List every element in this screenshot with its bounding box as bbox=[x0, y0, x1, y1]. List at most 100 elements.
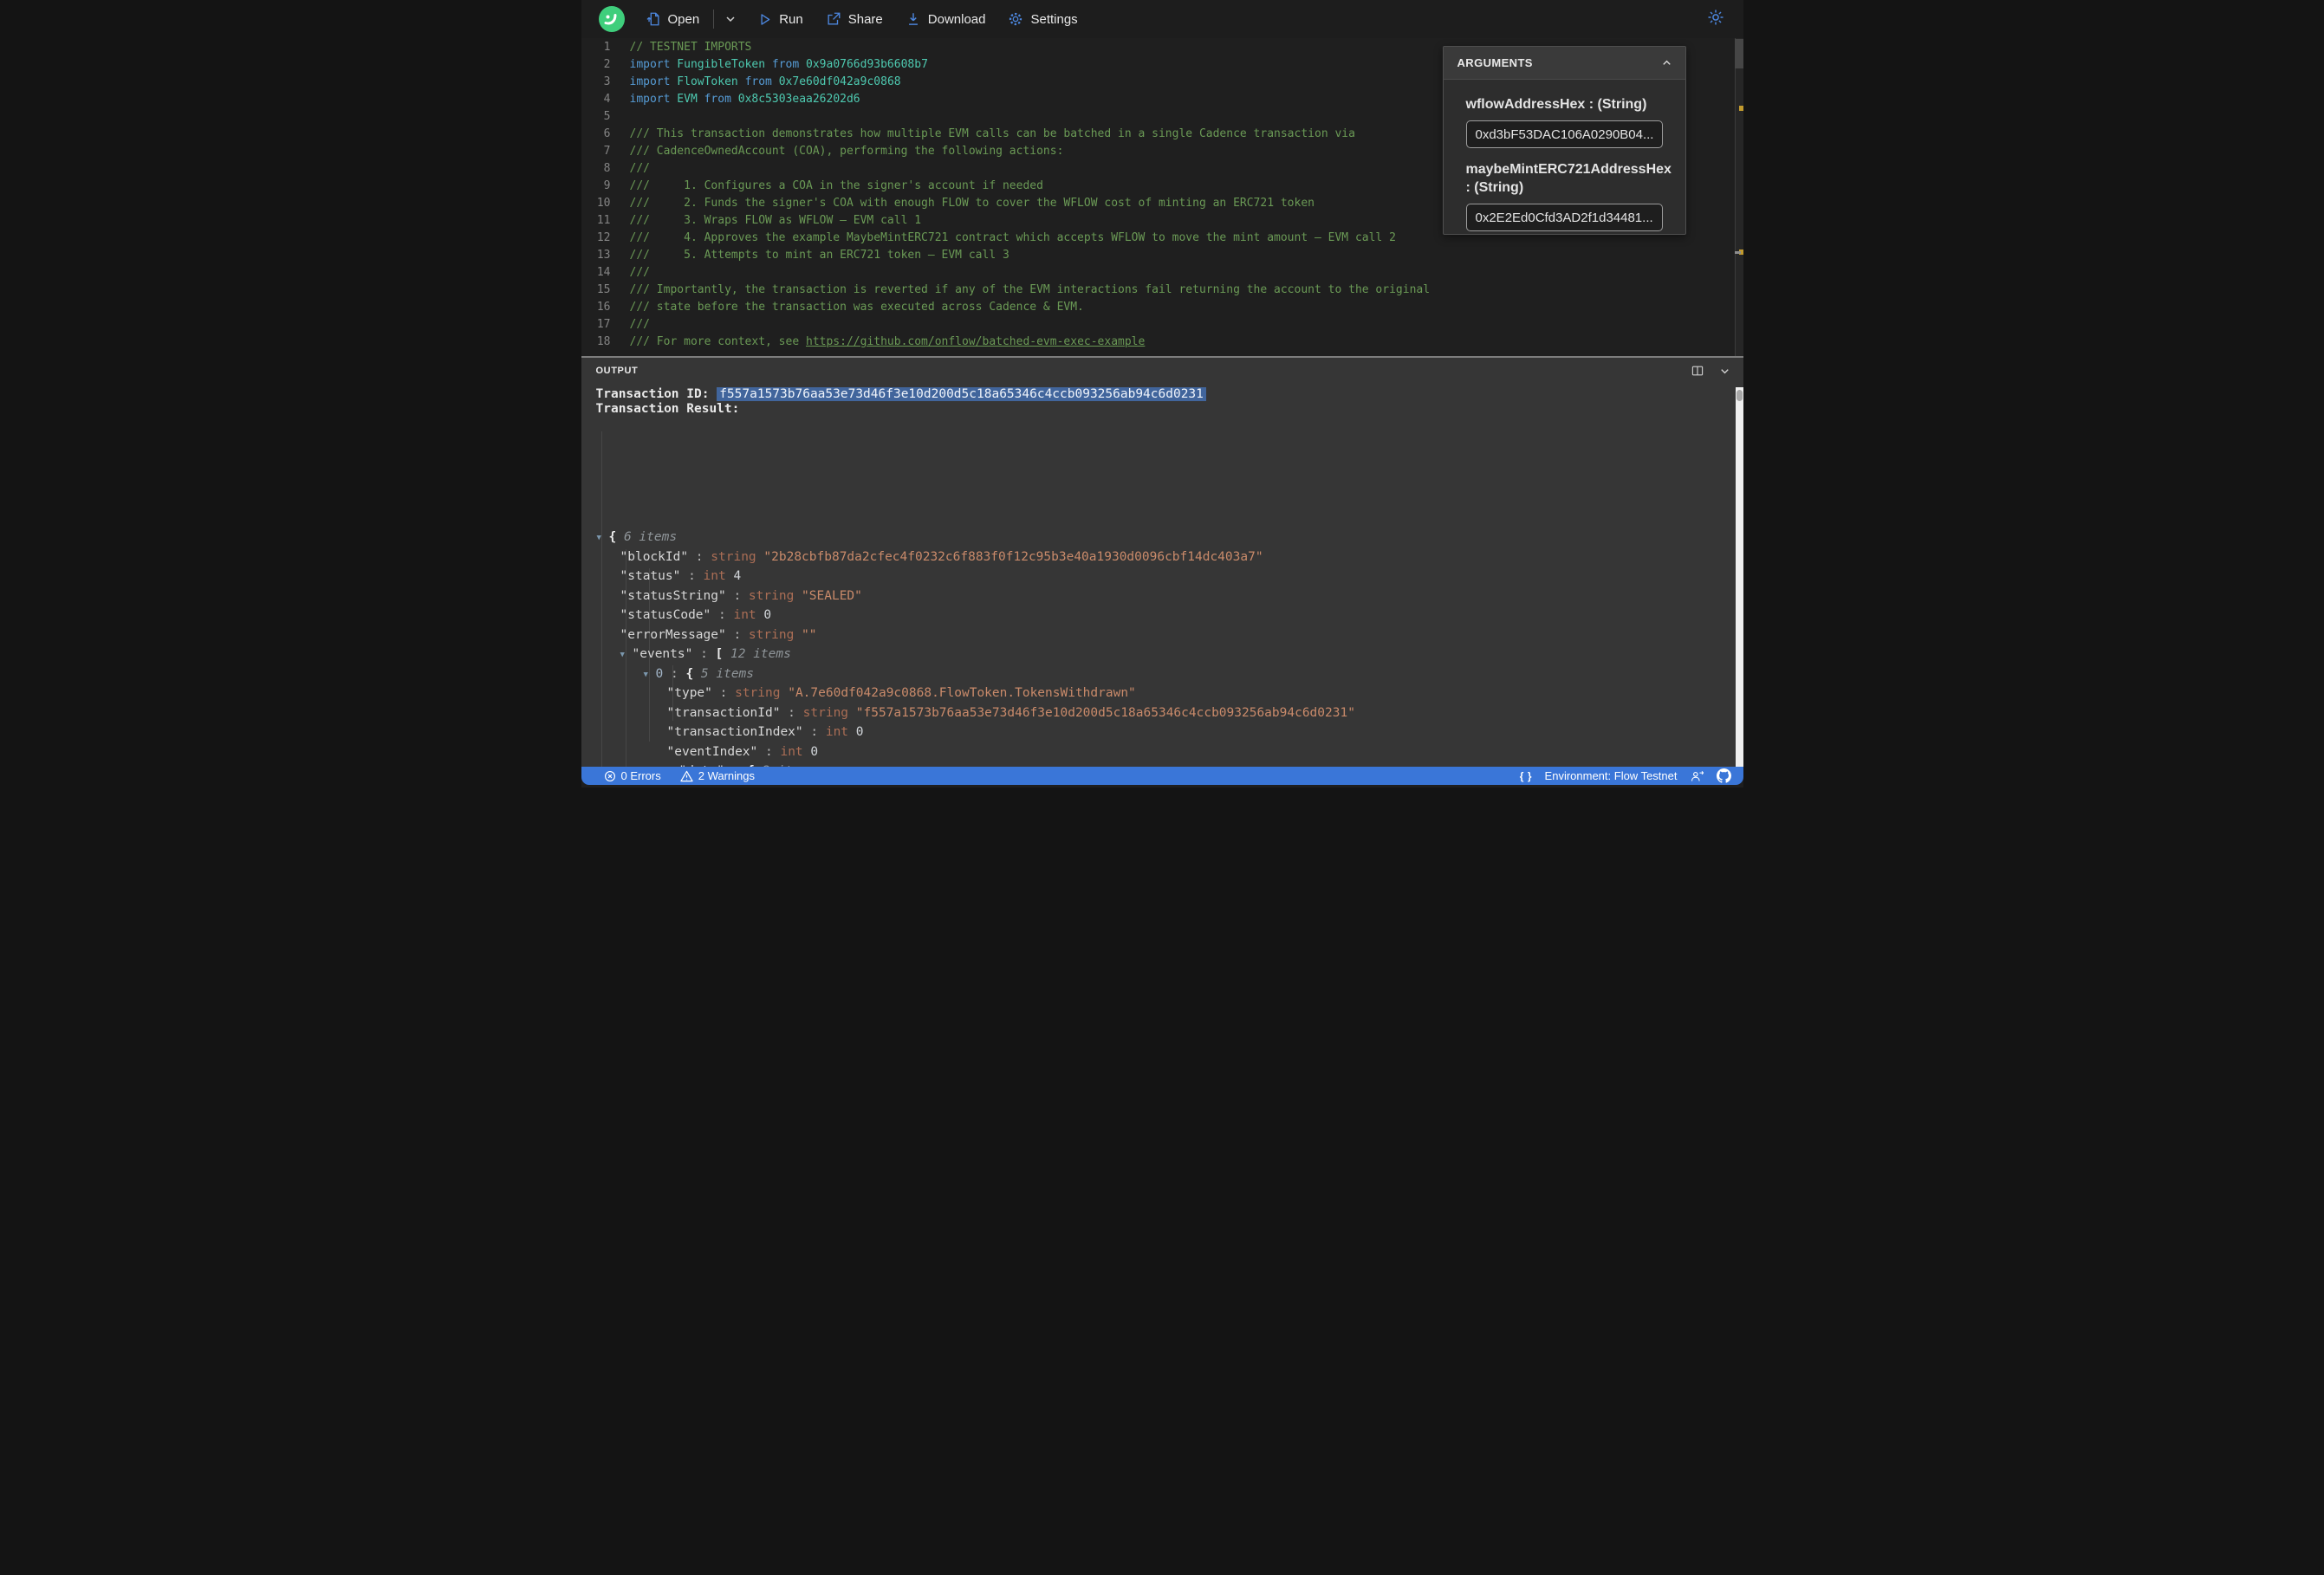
argument-input-maybemint[interactable] bbox=[1465, 204, 1663, 231]
text-segment: int bbox=[780, 744, 803, 759]
status-bar: 0 Errors 2 Warnings { } Environment: Flo… bbox=[581, 767, 1743, 785]
collapse-triangle-icon[interactable]: ▼ bbox=[597, 528, 609, 548]
arguments-panel-header[interactable]: ARGUMENTS bbox=[1443, 47, 1685, 80]
line-number: 15 bbox=[596, 283, 611, 296]
text-segment: : bbox=[757, 744, 781, 759]
collapse-triangle-icon[interactable]: ▼ bbox=[620, 645, 633, 665]
text-segment: 12 items bbox=[730, 647, 791, 661]
text-segment bbox=[731, 93, 738, 106]
json-tree-row: ▼ 0 : { 5 items bbox=[581, 664, 1734, 684]
code-link[interactable]: https://github.com/onflow/batched-evm-ex… bbox=[806, 335, 1145, 348]
text-segment: /// state before the transaction was exe… bbox=[629, 301, 1084, 314]
json-tree-row: ▼ "events" : [ 12 items bbox=[581, 645, 1734, 664]
share-button[interactable]: Share bbox=[826, 11, 883, 27]
errors-status[interactable]: 0 Errors bbox=[604, 769, 661, 782]
editor-scrollbar[interactable] bbox=[1734, 38, 1743, 356]
open-label: Open bbox=[667, 11, 700, 27]
text-segment: string bbox=[748, 588, 795, 603]
text-segment: "statusCode" bbox=[620, 608, 711, 622]
text-segment: "SEALED" bbox=[794, 588, 862, 603]
collapse-chevron-up-icon[interactable] bbox=[1660, 56, 1673, 69]
text-segment: import bbox=[629, 75, 671, 88]
code-line: 17 /// bbox=[581, 316, 1743, 334]
text-segment: string bbox=[735, 686, 781, 700]
text-segment: FlowToken bbox=[677, 75, 738, 88]
open-button[interactable]: Open bbox=[646, 11, 700, 27]
text-segment: // TESTNET IMPORTS bbox=[629, 41, 752, 54]
text-segment: from bbox=[744, 75, 772, 88]
flow-logo-icon bbox=[604, 14, 616, 25]
text-segment: string bbox=[748, 627, 795, 642]
warnings-status[interactable]: 2 Warnings bbox=[680, 769, 755, 782]
argument-label: wflowAddressHex : (String) bbox=[1465, 97, 1647, 112]
download-button[interactable]: Download bbox=[906, 11, 985, 27]
text-segment: import bbox=[629, 93, 671, 106]
text-segment: : bbox=[688, 549, 711, 564]
text-segment: { bbox=[608, 530, 624, 544]
text-segment: 5 items bbox=[700, 666, 755, 681]
settings-label: Settings bbox=[1030, 11, 1078, 27]
editor-scrollbar-thumb[interactable] bbox=[1734, 39, 1743, 68]
text-segment: "A.7e60df042a9c0868.FlowToken.TokensWith… bbox=[780, 686, 1136, 700]
warning-marker bbox=[1738, 106, 1743, 111]
text-segment: [ bbox=[715, 647, 731, 661]
json-tree-row: "eventIndex" : int 0 bbox=[581, 742, 1734, 762]
theme-toggle-button[interactable] bbox=[1707, 9, 1724, 30]
json-tree-row: "transactionId" : string "f557a1573b76aa… bbox=[581, 703, 1734, 723]
json-tree-row: "status" : int 4 bbox=[581, 567, 1734, 587]
environment-label[interactable]: Environment: Flow Testnet bbox=[1545, 769, 1678, 782]
text-segment: "errorMessage" bbox=[620, 627, 726, 642]
text-segment: : bbox=[680, 569, 704, 583]
text-segment: "transactionIndex" bbox=[666, 725, 803, 739]
open-menu-button[interactable] bbox=[724, 13, 737, 25]
json-tree-row: "statusCode" : int 0 bbox=[581, 606, 1734, 625]
text-segment: 6 items bbox=[623, 530, 678, 544]
flow-logo[interactable] bbox=[598, 6, 625, 32]
line-number: 7 bbox=[603, 145, 611, 158]
line-number: 17 bbox=[596, 318, 611, 331]
text-segment: : bbox=[663, 666, 686, 681]
error-icon bbox=[604, 770, 615, 781]
sun-icon bbox=[1708, 10, 1723, 24]
line-number: 8 bbox=[603, 162, 611, 175]
run-button[interactable]: Run bbox=[757, 12, 803, 27]
text-segment: : bbox=[692, 647, 716, 661]
line-number: 13 bbox=[596, 249, 611, 262]
text-segment: /// For more context, see bbox=[629, 335, 806, 348]
text-segment: /// 1. Configures a COA in the signer's … bbox=[629, 179, 1043, 192]
text-segment: : bbox=[725, 627, 749, 642]
output-title: OUTPUT bbox=[595, 366, 639, 376]
collapse-output-chevron-icon[interactable] bbox=[1718, 365, 1731, 378]
text-segment: 0x8c5303eaa26202d6 bbox=[737, 93, 860, 106]
chevron-down-icon bbox=[726, 16, 735, 23]
settings-button[interactable]: Settings bbox=[1008, 11, 1078, 27]
errors-count: 0 Errors bbox=[620, 769, 661, 782]
arguments-title: ARGUMENTS bbox=[1457, 56, 1533, 69]
warning-icon bbox=[680, 770, 693, 781]
feedback-person-icon[interactable] bbox=[1690, 769, 1704, 782]
text-segment: /// 5. Attempts to mint an ERC721 token … bbox=[629, 249, 1009, 262]
toolbar: Open Run Share Download Settings bbox=[581, 0, 1743, 38]
text-segment: /// 4. Approves the example MaybeMintERC… bbox=[629, 231, 1396, 244]
text-segment: "blockId" bbox=[620, 549, 689, 564]
github-icon[interactable] bbox=[1716, 768, 1731, 783]
output-scrollbar[interactable] bbox=[1735, 387, 1743, 767]
json-tree: ▼{ 6 items "blockId" : string "2b28cbfb87… bbox=[581, 411, 1734, 767]
text-segment: string bbox=[711, 549, 756, 564]
transaction-id-value[interactable]: f557a1573b76aa53e73d46f3e10d200d5c18a653… bbox=[717, 387, 1206, 401]
output-header: OUTPUT bbox=[581, 358, 1743, 384]
json-tree-row: "blockId" : string "2b28cbfb87da2cfec4f0… bbox=[581, 548, 1734, 567]
text-segment bbox=[799, 58, 806, 71]
transaction-id-label: Transaction ID: bbox=[595, 387, 717, 401]
collapse-triangle-icon[interactable]: ▼ bbox=[644, 665, 656, 685]
split-view-icon[interactable] bbox=[1691, 364, 1704, 378]
text-segment: string bbox=[802, 705, 849, 720]
argument-input-wflow[interactable] bbox=[1465, 120, 1663, 148]
text-segment: "status" bbox=[620, 569, 681, 583]
text-segment: /// CadenceOwnedAccount (COA), performin… bbox=[629, 145, 1064, 158]
text-segment: : bbox=[711, 686, 736, 700]
line-number: 6 bbox=[603, 127, 611, 140]
line-number: 5 bbox=[603, 110, 611, 123]
text-segment: "statusString" bbox=[620, 588, 726, 603]
output-scrollbar-thumb[interactable] bbox=[1736, 390, 1743, 401]
